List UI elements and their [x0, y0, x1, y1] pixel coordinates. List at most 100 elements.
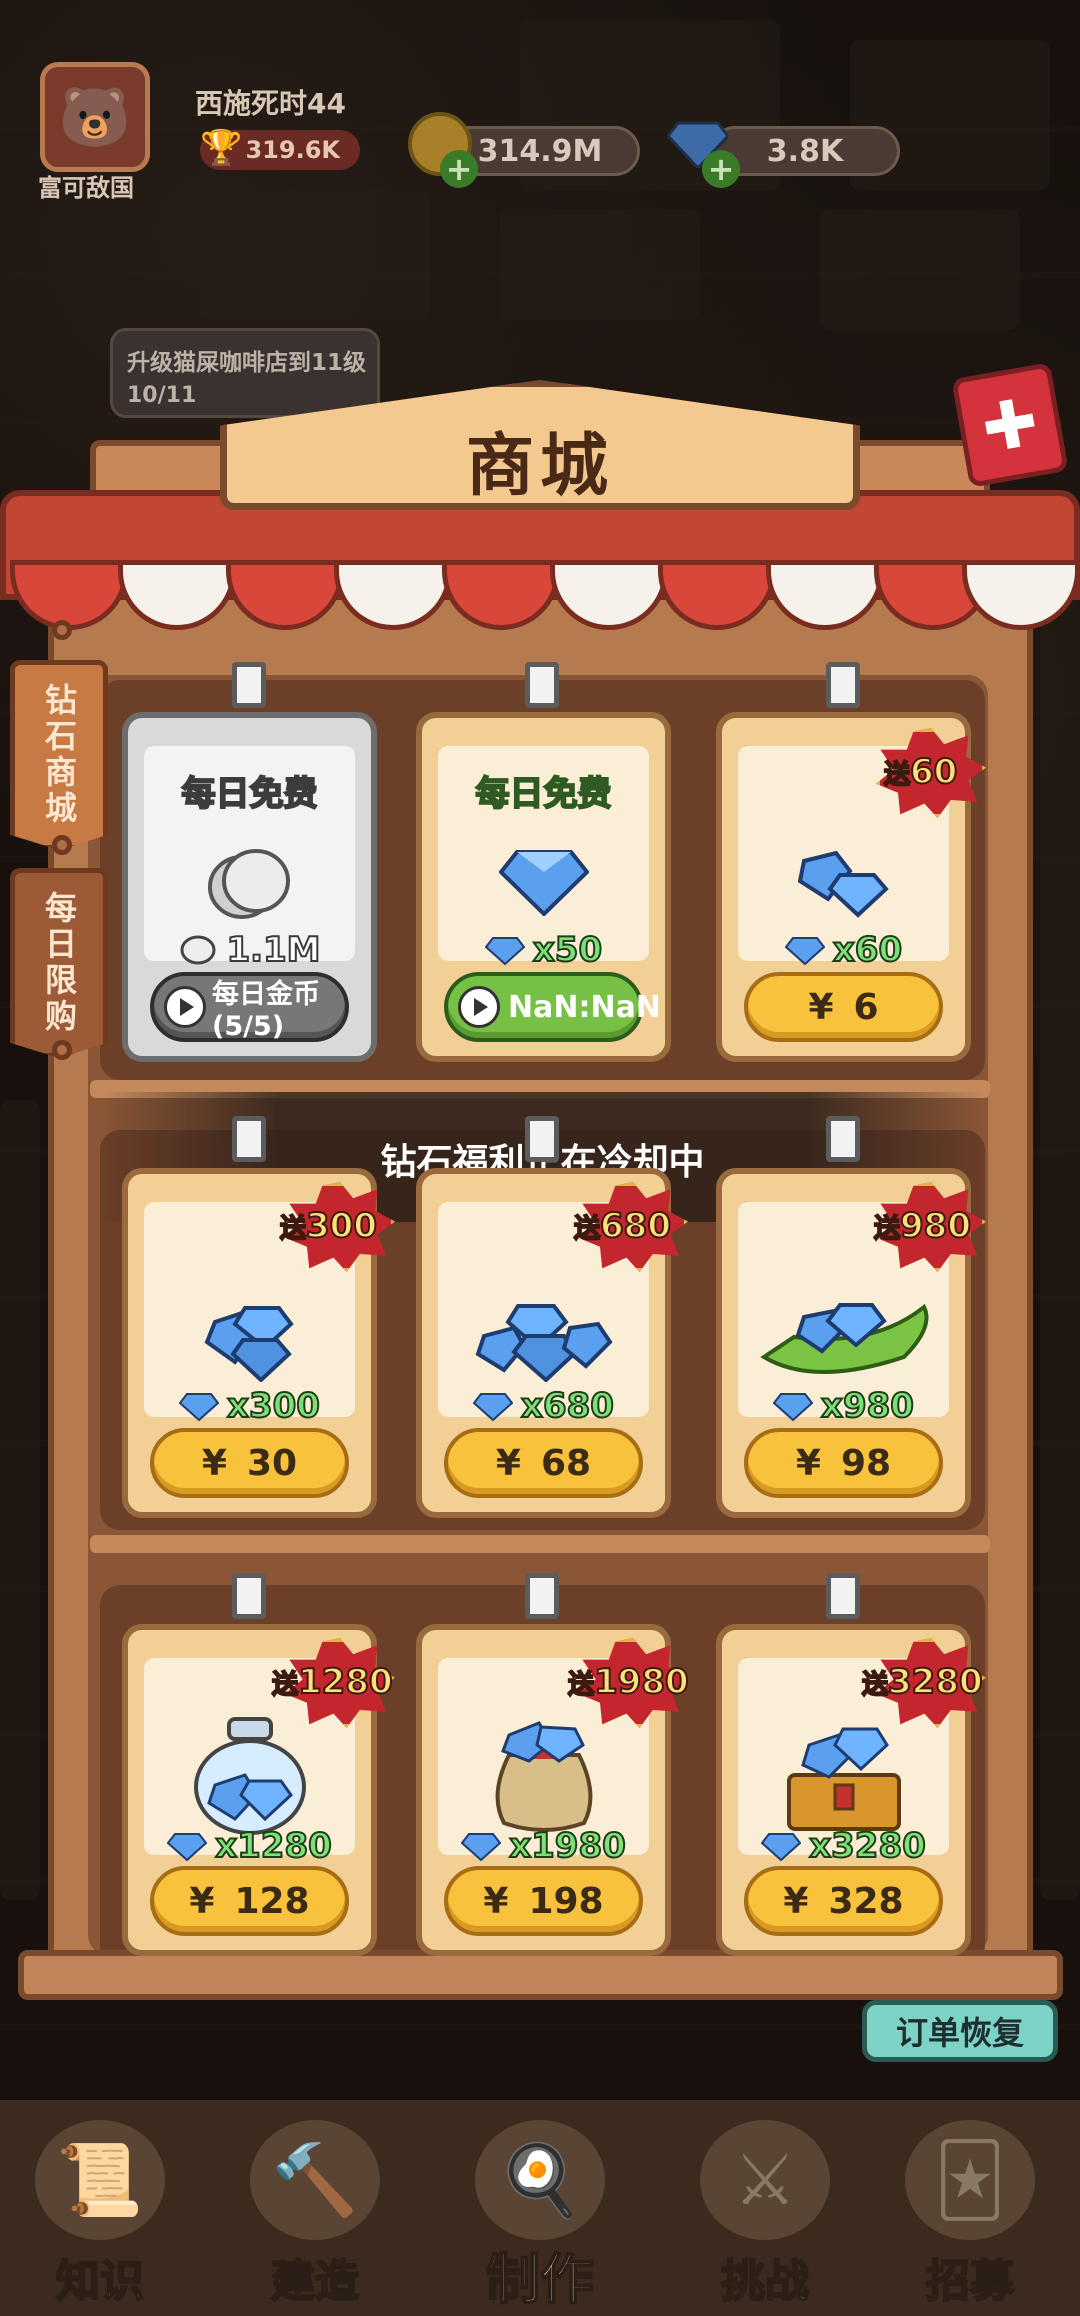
bonus-badge-text: 送680 — [573, 1205, 672, 1247]
shop-title: 商城 — [465, 427, 614, 506]
scroll-icon: 📜 — [35, 2120, 165, 2240]
diamond-icon — [498, 850, 589, 916]
player-name: 西施死时44 — [195, 87, 346, 120]
item-quantity: x50 — [532, 929, 603, 971]
nav-label: 建造 — [270, 2255, 360, 2308]
diamond-icon — [461, 1833, 502, 1861]
shelf-divider — [90, 1535, 990, 1553]
add-coins-button[interactable]: + — [440, 150, 478, 188]
clip — [826, 662, 860, 708]
price-label: 98 — [840, 1442, 892, 1484]
add-gems-button[interactable]: + — [702, 150, 740, 188]
claim-daily-diamonds-button[interactable]: NaN:NaN — [444, 972, 661, 1042]
currency-symbol: ¥ — [483, 1880, 509, 1922]
price-label: 328 — [828, 1880, 904, 1922]
card-art — [422, 1282, 665, 1392]
item-title: 每日免费 — [181, 773, 319, 815]
item-quantity: x3280 — [808, 1825, 927, 1867]
bonus-amount: 3280 — [887, 1661, 984, 1703]
item-quantity: x980 — [820, 1385, 915, 1427]
play-video-icon — [458, 986, 500, 1028]
buy-button[interactable]: ¥ 68 — [444, 1428, 643, 1498]
card-art — [722, 1710, 965, 1840]
item-quantity: 1.1M — [225, 929, 321, 971]
price-label: 68 — [540, 1442, 592, 1484]
card-art — [128, 1282, 371, 1392]
clip — [232, 1573, 266, 1619]
price-label: 30 — [246, 1442, 298, 1484]
bonus-prefix: 送 — [873, 1213, 901, 1245]
quest-text: 升级猫屎咖啡店到11级 — [127, 350, 367, 376]
bonus-amount: 1980 — [593, 1661, 690, 1703]
nav-recruit[interactable]: 🃏 招募 — [870, 2120, 1070, 2310]
bonus-badge-text: 送60 — [883, 751, 958, 793]
bonus-amount: 680 — [599, 1205, 672, 1247]
currency-symbol: ¥ — [783, 1880, 809, 1922]
tab-chain — [52, 620, 72, 640]
bonus-badge-text: 送3280 — [861, 1661, 984, 1703]
item-quantity: x300 — [226, 1385, 321, 1427]
clip — [525, 1573, 559, 1619]
buy-button[interactable]: ¥ 328 — [744, 1866, 943, 1936]
item-quantity: x1280 — [214, 1825, 333, 1867]
diamond-heap-icon — [475, 1304, 613, 1382]
clip — [525, 662, 559, 708]
shop-item-daily-diamonds[interactable]: 每日免费 x50 NaN:NaN — [416, 712, 671, 1062]
bonus-amount: 1280 — [297, 1661, 394, 1703]
trophy-icon: 🏆 — [200, 128, 243, 168]
card-art — [422, 1710, 665, 1840]
buy-button[interactable]: ¥ 198 — [444, 1866, 643, 1936]
quest-tracker[interactable]: 升级猫屎咖啡店到11级 10/11 — [110, 328, 380, 418]
shop-item-daily-coins[interactable]: 每日免费 1.1M 每日金币(5/5) — [122, 712, 377, 1062]
tab-chain — [52, 835, 72, 855]
nav-label: 招募 — [925, 2255, 1015, 2308]
shop-base-board — [18, 1950, 1063, 2000]
claim-daily-coins-button[interactable]: 每日金币(5/5) — [150, 972, 349, 1042]
pot-icon: 🍳 — [475, 2120, 605, 2240]
currency-symbol: ¥ — [495, 1442, 521, 1484]
diamond-pair-icon — [797, 850, 889, 918]
diamond-icon — [761, 1833, 802, 1861]
nav-craft[interactable]: 🍳 制作 — [440, 2120, 640, 2312]
item-quantity-row: x1280 — [158, 1824, 341, 1868]
tab-diamond-shop[interactable]: 钻石商城 — [10, 660, 108, 850]
item-quantity-row: 1.1M — [158, 928, 341, 972]
nav-label: 知识 — [55, 2255, 145, 2308]
nav-build[interactable]: 🔨 建造 — [215, 2120, 415, 2310]
swords-icon: ⚔ — [700, 2120, 830, 2240]
diamond-leaf-icon — [759, 1303, 928, 1374]
card-art — [128, 826, 371, 936]
nav-knowledge[interactable]: 📜 知识 — [0, 2120, 200, 2310]
bonus-amount: 60 — [909, 751, 958, 793]
bonus-prefix: 送 — [279, 1213, 307, 1245]
order-restore-button[interactable]: 订单恢复 — [862, 2000, 1058, 2062]
clip — [826, 1116, 860, 1162]
play-video-icon — [164, 986, 206, 1028]
buy-button[interactable]: ¥ 30 — [150, 1428, 349, 1498]
buy-button[interactable]: ¥ 6 — [744, 972, 943, 1042]
close-button[interactable]: ✚ — [951, 362, 1069, 488]
nav-label: 挑战 — [720, 2255, 810, 2308]
hammer-icon: 🔨 — [250, 2120, 380, 2240]
buy-button[interactable]: ¥ 98 — [744, 1428, 943, 1498]
card-art — [128, 1710, 371, 1840]
buy-button[interactable]: ¥ 128 — [150, 1866, 349, 1936]
tab-daily-limited[interactable]: 每日限购 — [10, 868, 108, 1058]
item-quantity: x1980 — [508, 1825, 627, 1867]
currency-symbol: ¥ — [201, 1442, 227, 1484]
nav-challenge[interactable]: ⚔ 挑战 — [665, 2120, 865, 2310]
player-avatar[interactable]: 🐻 — [40, 62, 150, 172]
treasure-chest-icon — [786, 1727, 901, 1831]
price-label: 198 — [528, 1880, 604, 1922]
bonus-badge-text: 送980 — [873, 1205, 972, 1247]
item-quantity-row: x60 — [752, 928, 935, 972]
bonus-prefix: 送 — [861, 1669, 889, 1701]
currency-symbol: ¥ — [795, 1442, 821, 1484]
tab-label: 每日限购 — [40, 891, 78, 1035]
item-quantity-row: x680 — [452, 1384, 635, 1428]
bonus-prefix: 送 — [573, 1213, 601, 1245]
clip — [232, 662, 266, 708]
item-quantity-row: x3280 — [752, 1824, 935, 1868]
diamond-sack-icon — [495, 1721, 592, 1832]
silver-coin-icon — [207, 849, 290, 919]
